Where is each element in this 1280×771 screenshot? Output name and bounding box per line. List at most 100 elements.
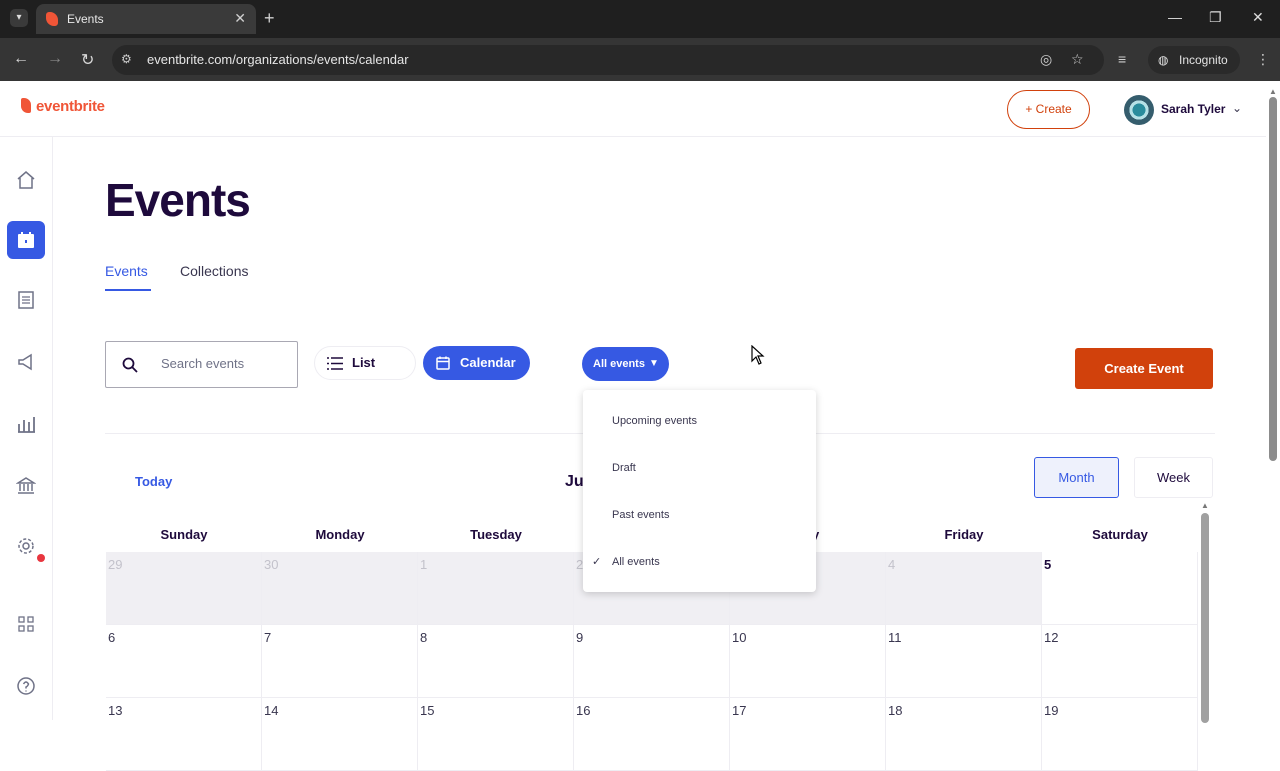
sidebar-item-finance[interactable] xyxy=(7,467,45,505)
site-info-icon[interactable]: ⚙ xyxy=(121,52,132,66)
filter-option-draft[interactable]: Draft xyxy=(612,462,636,474)
calendar-day-cell[interactable]: 8 xyxy=(418,625,574,698)
page-scrollbar[interactable]: ▲ xyxy=(1268,87,1278,720)
address-bar[interactable]: ⚙ eventbrite.com/organizations/events/ca… xyxy=(112,45,1104,75)
avatar[interactable] xyxy=(1124,95,1154,125)
day-number: 12 xyxy=(1044,630,1059,645)
incognito-badge[interactable]: ◍ Incognito xyxy=(1148,46,1240,74)
bookmark-star-icon[interactable]: ☆ xyxy=(1071,51,1084,68)
eventbrite-logo-icon xyxy=(21,98,31,113)
logo-text: eventbrite xyxy=(36,98,105,115)
search-box[interactable] xyxy=(105,341,298,388)
sidebar-item-marketing[interactable] xyxy=(7,343,45,381)
forward-arrow-icon[interactable]: → xyxy=(47,50,63,68)
reports-chart-icon xyxy=(18,417,35,433)
eye-off-icon[interactable]: ◎ xyxy=(1040,51,1052,68)
day-number: 19 xyxy=(1044,703,1059,718)
day-number: 13 xyxy=(108,703,123,718)
minimize-window-icon[interactable]: — xyxy=(1168,9,1182,25)
calendar-day-cell[interactable]: 29 xyxy=(106,552,262,625)
browser-tab-bar: ▾ Events ✕ + — ❐ ✕ xyxy=(0,0,1280,38)
calendar-view-button[interactable]: Calendar xyxy=(423,346,530,380)
orders-icon xyxy=(18,291,34,309)
active-tab-underline xyxy=(105,289,151,291)
calendar-day-cell[interactable]: 7 xyxy=(262,625,418,698)
month-view-button[interactable]: Month xyxy=(1034,457,1119,498)
list-view-button[interactable]: List xyxy=(314,346,416,380)
checkmark-icon: ✓ xyxy=(592,556,602,568)
chevron-down-icon[interactable]: ⌄ xyxy=(1232,101,1242,115)
user-name[interactable]: Sarah Tyler xyxy=(1161,102,1225,116)
day-header: Friday xyxy=(944,527,984,542)
calendar-icon xyxy=(436,356,450,370)
apps-grid-icon xyxy=(18,616,34,632)
browser-tab-title: Events xyxy=(67,12,104,26)
calendar-day-cell[interactable]: 18 xyxy=(886,698,1042,771)
calendar-day-cell[interactable]: 15 xyxy=(418,698,574,771)
mouse-cursor-icon xyxy=(751,345,765,365)
calendar-day-cell[interactable]: 6 xyxy=(106,625,262,698)
app-header: eventbrite + Create Sarah Tyler ⌄ xyxy=(0,81,1266,137)
calendar-scrollbar-thumb[interactable] xyxy=(1201,513,1209,723)
calendar-day-cell[interactable]: 16 xyxy=(574,698,730,771)
sidebar-item-apps[interactable] xyxy=(7,605,45,643)
sidebar-item-events[interactable] xyxy=(7,221,45,259)
reload-icon[interactable]: ↻ xyxy=(81,50,94,70)
calendar-day-cell[interactable]: 10 xyxy=(730,625,886,698)
create-button[interactable]: + Create xyxy=(1007,90,1090,129)
close-window-icon[interactable]: ✕ xyxy=(1252,9,1264,26)
calendar-icon xyxy=(18,232,34,248)
page-title: Events xyxy=(105,174,251,226)
browser-tab[interactable]: Events ✕ xyxy=(36,4,256,34)
create-event-button[interactable]: Create Event xyxy=(1075,348,1213,389)
calendar-day-cell[interactable]: 9 xyxy=(574,625,730,698)
calendar-day-cell[interactable]: 30 xyxy=(262,552,418,625)
sidebar-item-reports[interactable] xyxy=(7,405,45,443)
scroll-up-arrow-icon[interactable]: ▲ xyxy=(1269,87,1277,96)
day-number: 11 xyxy=(888,630,902,645)
eventbrite-logo[interactable]: eventbrite xyxy=(21,98,105,115)
search-input[interactable] xyxy=(161,356,291,371)
today-button[interactable]: Today xyxy=(135,474,172,489)
tab-collections[interactable]: Collections xyxy=(180,263,248,279)
calendar-day-cell[interactable]: 1 xyxy=(418,552,574,625)
calendar-day-cell[interactable]: 12 xyxy=(1042,625,1198,698)
reading-list-icon[interactable]: ≡ xyxy=(1118,51,1126,67)
sidebar-item-home[interactable] xyxy=(7,161,45,199)
calendar-day-cell[interactable]: 4 xyxy=(886,552,1042,625)
scroll-up-arrow-icon[interactable]: ▲ xyxy=(1201,501,1209,510)
calendar-day-cell[interactable]: 17 xyxy=(730,698,886,771)
marketing-megaphone-icon xyxy=(18,353,32,371)
event-filter-dropdown[interactable]: All events ▼ xyxy=(582,347,669,381)
day-number: 10 xyxy=(732,630,747,645)
day-number: 1 xyxy=(420,557,428,572)
sidebar-item-orders[interactable] xyxy=(7,281,45,319)
new-tab-plus-icon[interactable]: + xyxy=(264,8,275,29)
eventbrite-page: eventbrite + Create Sarah Tyler ⌄ Events… xyxy=(0,81,1280,771)
sidebar-item-settings[interactable] xyxy=(7,527,45,565)
calendar-day-cell-today[interactable]: 5 xyxy=(1042,552,1198,625)
eventbrite-favicon-icon xyxy=(46,12,58,26)
calendar-day-cell[interactable]: 14 xyxy=(262,698,418,771)
week-view-button[interactable]: Week xyxy=(1134,457,1213,498)
close-tab-icon[interactable]: ✕ xyxy=(234,10,246,27)
day-number: 4 xyxy=(888,557,896,572)
calendar-day-cell[interactable]: 19 xyxy=(1042,698,1198,771)
day-number: 7 xyxy=(264,630,272,645)
page-scrollbar-thumb[interactable] xyxy=(1269,97,1277,461)
tab-events[interactable]: Events xyxy=(105,263,148,279)
calendar-scrollbar[interactable]: ▲ xyxy=(1200,501,1210,723)
restore-window-icon[interactable]: ❐ xyxy=(1209,9,1222,26)
back-arrow-icon[interactable]: ← xyxy=(13,50,29,68)
tab-search-chevron-icon[interactable]: ▾ xyxy=(10,9,28,27)
browser-menu-icon[interactable]: ⋮ xyxy=(1256,51,1270,68)
day-number: 17 xyxy=(732,703,747,718)
filter-option-past[interactable]: Past events xyxy=(612,509,669,521)
day-header: Tuesday xyxy=(470,527,522,542)
sidebar-item-help[interactable] xyxy=(7,667,45,705)
settings-gear-icon xyxy=(18,538,34,554)
filter-option-upcoming[interactable]: Upcoming events xyxy=(612,415,697,427)
calendar-day-cell[interactable]: 11 xyxy=(886,625,1042,698)
filter-option-all[interactable]: All events xyxy=(612,556,660,568)
calendar-day-cell[interactable]: 13 xyxy=(106,698,262,771)
